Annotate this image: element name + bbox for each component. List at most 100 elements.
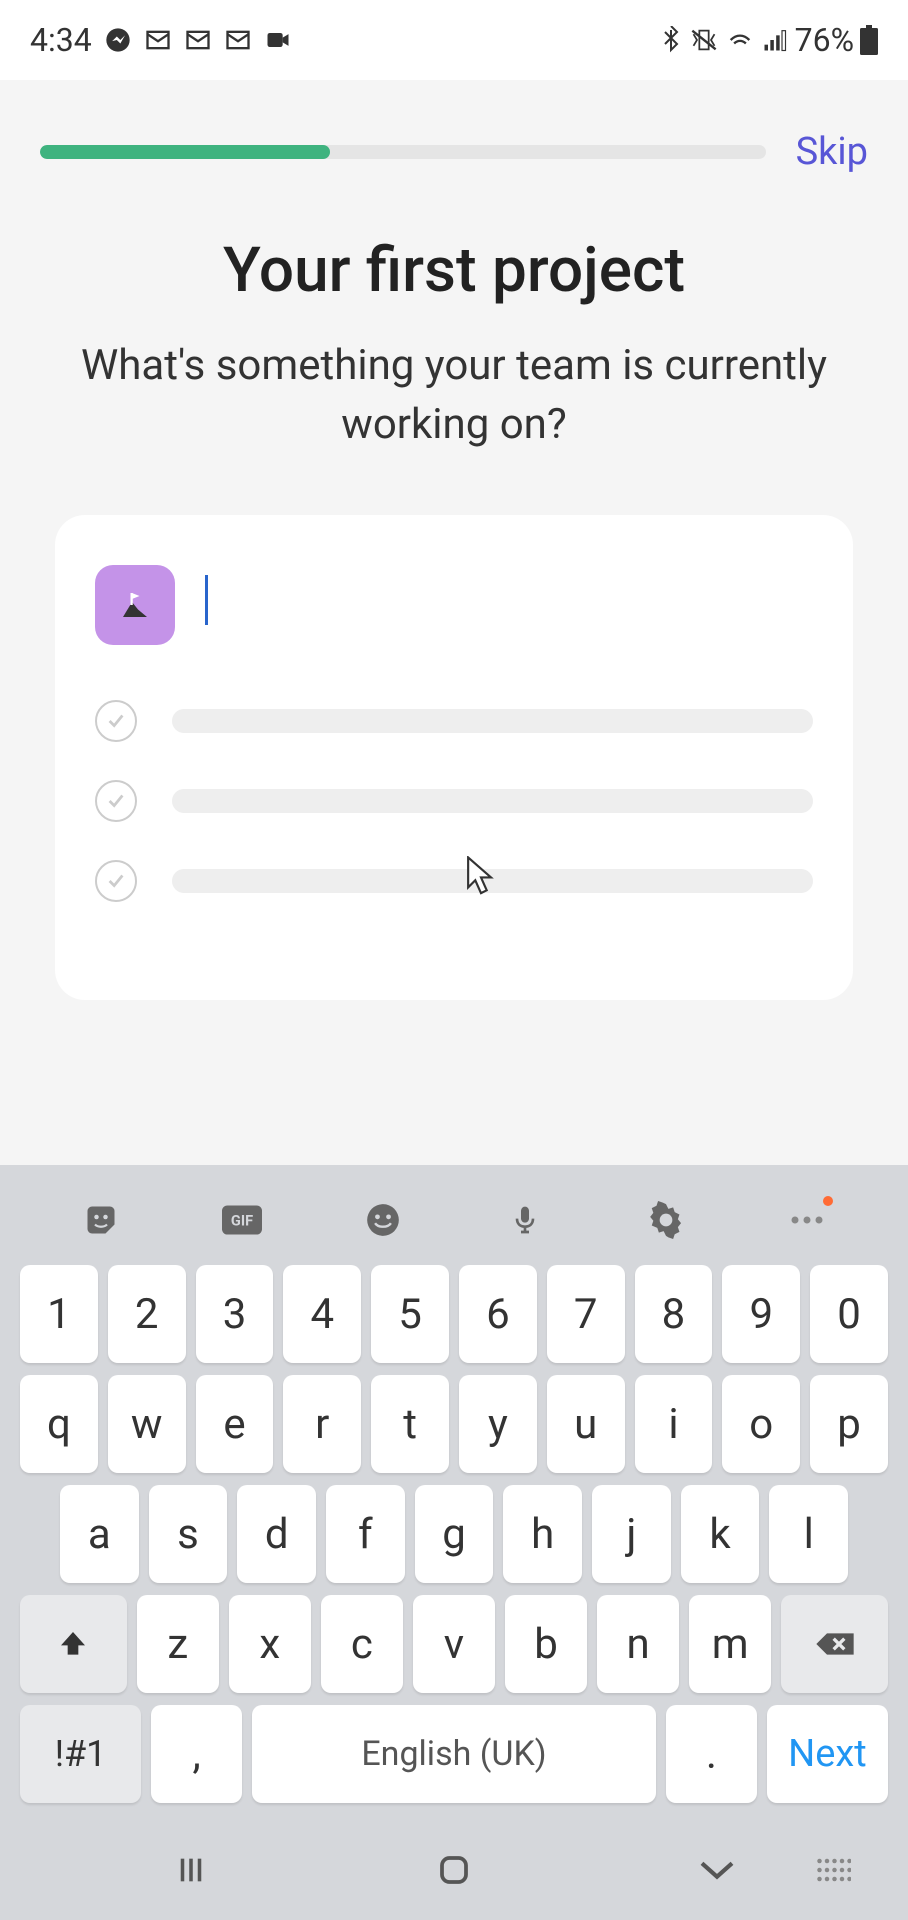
key-y[interactable]: y	[459, 1375, 537, 1473]
keyboard-switch-icon	[815, 1856, 851, 1884]
key-3[interactable]: 3	[196, 1265, 274, 1363]
task-placeholder	[172, 709, 813, 733]
project-icon[interactable]	[95, 565, 175, 645]
key-h[interactable]: h	[503, 1485, 582, 1583]
key-4[interactable]: 4	[283, 1265, 361, 1363]
nav-recents[interactable]	[166, 1845, 216, 1895]
skip-button[interactable]: Skip	[796, 130, 868, 174]
key-row-numbers: 1 2 3 4 5 6 7 8 9 0	[0, 1265, 908, 1363]
key-5[interactable]: 5	[371, 1265, 449, 1363]
key-u[interactable]: u	[547, 1375, 625, 1473]
check-circle-icon	[95, 700, 137, 742]
key-8[interactable]: 8	[635, 1265, 713, 1363]
task-row	[95, 860, 813, 902]
top-row: Skip	[40, 130, 868, 174]
nav-bar	[0, 1815, 908, 1920]
key-6[interactable]: 6	[459, 1265, 537, 1363]
progress-bar	[40, 145, 766, 159]
vibrate-icon	[689, 26, 719, 54]
key-j[interactable]: j	[592, 1485, 671, 1583]
project-card	[55, 515, 853, 1000]
key-m[interactable]: m	[689, 1595, 771, 1693]
mic-icon[interactable]	[505, 1200, 545, 1240]
video-icon	[264, 26, 292, 54]
key-shift[interactable]	[20, 1595, 127, 1693]
key-l[interactable]: l	[769, 1485, 848, 1583]
status-left: 4:34	[30, 21, 292, 59]
wifi-icon	[725, 26, 755, 54]
mountain-flag-icon	[117, 587, 153, 623]
key-comma[interactable]: ,	[151, 1705, 242, 1803]
mouse-cursor-icon	[465, 856, 497, 896]
svg-text:GIF: GIF	[231, 1212, 253, 1229]
sticker-icon[interactable]	[81, 1200, 121, 1240]
key-t[interactable]: t	[371, 1375, 449, 1473]
key-w[interactable]: w	[108, 1375, 186, 1473]
key-s[interactable]: s	[149, 1485, 228, 1583]
chevron-down-icon	[697, 1858, 737, 1882]
key-next[interactable]: Next	[767, 1705, 888, 1803]
gif-icon[interactable]: GIF	[222, 1200, 262, 1240]
key-9[interactable]: 9	[722, 1265, 800, 1363]
key-0[interactable]: 0	[810, 1265, 888, 1363]
main-content: Skip Your first project What's something…	[0, 80, 908, 1000]
home-icon	[436, 1852, 472, 1888]
key-1[interactable]: 1	[20, 1265, 98, 1363]
key-g[interactable]: g	[415, 1485, 494, 1583]
page-title: Your first project	[40, 234, 868, 307]
battery-icon	[860, 25, 878, 55]
nav-keyboard-switch[interactable]	[808, 1845, 858, 1895]
progress-fill	[40, 145, 330, 159]
check-circle-icon	[95, 780, 137, 822]
text-cursor	[205, 575, 208, 625]
key-d[interactable]: d	[237, 1485, 316, 1583]
key-a[interactable]: a	[60, 1485, 139, 1583]
settings-icon[interactable]	[646, 1200, 686, 1240]
key-c[interactable]: c	[321, 1595, 403, 1693]
key-row-asdf: a s d f g h j k l	[0, 1485, 908, 1583]
key-symbols[interactable]: !#1	[20, 1705, 141, 1803]
key-f[interactable]: f	[326, 1485, 405, 1583]
key-r[interactable]: r	[283, 1375, 361, 1473]
key-backspace[interactable]	[781, 1595, 888, 1693]
nav-home[interactable]	[429, 1845, 479, 1895]
recents-icon	[174, 1853, 208, 1887]
gmail-icon	[224, 26, 252, 54]
more-icon[interactable]	[787, 1200, 827, 1240]
key-p[interactable]: p	[810, 1375, 888, 1473]
gmail-icon	[184, 26, 212, 54]
task-row	[95, 780, 813, 822]
key-7[interactable]: 7	[547, 1265, 625, 1363]
key-o[interactable]: o	[722, 1375, 800, 1473]
key-v[interactable]: v	[413, 1595, 495, 1693]
check-circle-icon	[95, 860, 137, 902]
key-b[interactable]: b	[505, 1595, 587, 1693]
key-k[interactable]: k	[681, 1485, 760, 1583]
key-z[interactable]: z	[137, 1595, 219, 1693]
shift-icon	[57, 1626, 89, 1662]
key-x[interactable]: x	[229, 1595, 311, 1693]
page-subtitle: What's something your team is currently …	[40, 337, 868, 455]
status-right: 76%	[659, 21, 878, 59]
messenger-icon	[104, 26, 132, 54]
key-2[interactable]: 2	[108, 1265, 186, 1363]
emoji-icon[interactable]	[363, 1200, 403, 1240]
key-row-zxcv: z x c v b n m	[0, 1595, 908, 1693]
status-bar: 4:34 76%	[0, 0, 908, 80]
status-time: 4:34	[30, 21, 92, 59]
task-row	[95, 700, 813, 742]
key-period[interactable]: .	[666, 1705, 757, 1803]
project-name-input[interactable]	[205, 575, 813, 635]
key-row-bottom: !#1 , English (UK) . Next	[0, 1705, 908, 1803]
bluetooth-icon	[659, 26, 683, 54]
key-q[interactable]: q	[20, 1375, 98, 1473]
keyboard: GIF 1 2 3 4 5 6 7 8 9 0 q w e r t y	[0, 1165, 908, 1920]
key-row-qwerty: q w e r t y u i o p	[0, 1375, 908, 1473]
key-i[interactable]: i	[635, 1375, 713, 1473]
nav-back[interactable]	[692, 1845, 742, 1895]
gmail-icon	[144, 26, 172, 54]
key-n[interactable]: n	[597, 1595, 679, 1693]
key-space[interactable]: English (UK)	[252, 1705, 656, 1803]
battery-percent: 76%	[795, 21, 854, 59]
key-e[interactable]: e	[196, 1375, 274, 1473]
